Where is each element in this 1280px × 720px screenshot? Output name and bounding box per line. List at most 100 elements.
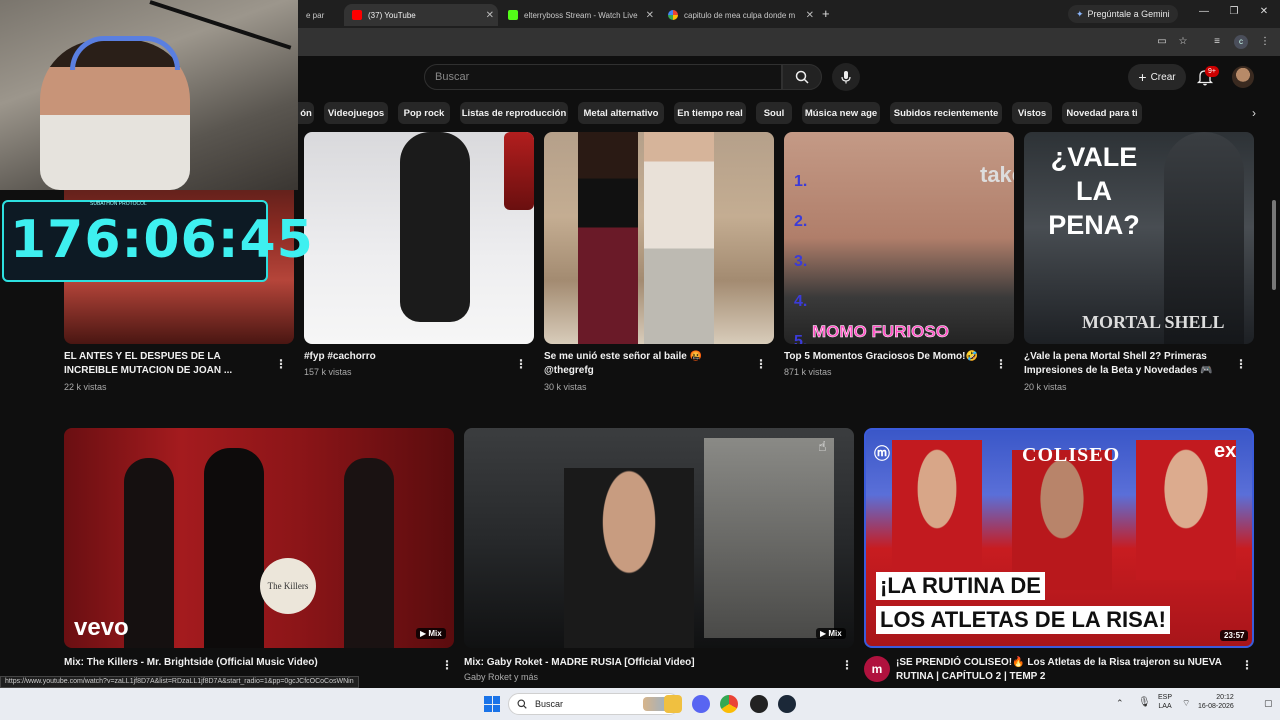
more-options-icon[interactable]: ⋮ [1241, 658, 1253, 672]
video-title[interactable]: Top 5 Momentos Graciosos De Momo!🤣 [784, 350, 988, 364]
more-options-icon[interactable]: ⋮ [515, 357, 527, 371]
notification-badge: 9+ [1205, 66, 1219, 77]
video-thumbnail[interactable]: 1. 2. 3. 4. 5. take MOMO FURIOSO [784, 132, 1014, 344]
woman-figure [578, 132, 638, 344]
tab-label: e par [306, 10, 325, 20]
file-explorer-icon[interactable] [664, 695, 682, 713]
bottle-shape [504, 132, 534, 210]
singer-figure [564, 468, 694, 648]
more-options-icon[interactable]: ⋮ [841, 658, 853, 672]
chip[interactable]: Listas de reproducción [460, 102, 568, 124]
tab-label: elterryboss Stream - Watch Live [524, 10, 638, 20]
browser-tab[interactable]: e par [298, 4, 342, 26]
search-icon [795, 70, 809, 84]
steam-icon[interactable] [778, 695, 796, 713]
video-title[interactable]: #fyp #cachorro [304, 350, 504, 364]
rank-number: 3. [794, 253, 808, 270]
chevron-up-icon[interactable]: ⌃ [1116, 698, 1124, 709]
taskbar-search[interactable]: Buscar [508, 693, 680, 715]
microphone-icon [841, 71, 851, 84]
cast-icon[interactable]: ▭ [1155, 35, 1169, 49]
close-window-icon[interactable]: ✕ [1254, 6, 1274, 22]
close-tab-icon[interactable]: ✕ [802, 10, 814, 21]
chrome-icon[interactable] [720, 695, 738, 713]
mix-badge: ▶︎ Mix [416, 628, 446, 639]
video-title[interactable]: ¡SE PRENDIÓ COLISEO!🔥 Los Atletas de la … [896, 656, 1232, 684]
timer-label: SUBATHON PROTOCOL [90, 201, 147, 207]
video-title[interactable]: Mix: The Killers - Mr. Brightside (Offic… [64, 656, 434, 670]
video-title[interactable]: Se me unió este señor al baile 🤬 @thegre… [544, 350, 748, 378]
more-options-icon[interactable]: ⋮ [1235, 357, 1247, 371]
band-member-figure [344, 458, 394, 648]
input-language[interactable]: ESP LAA [1158, 693, 1172, 711]
more-options-icon[interactable]: ⋮ [995, 357, 1007, 371]
discord-icon[interactable] [692, 695, 710, 713]
video-title[interactable]: ¿Vale la pena Mortal Shell 2? Primeras I… [1024, 350, 1234, 378]
browser-tab-youtube[interactable]: (37) YouTube ✕ [344, 4, 498, 26]
thumbnail-caption: ¿VALE LA PENA? [1048, 142, 1140, 240]
profile-icon[interactable]: c [1234, 35, 1248, 49]
video-thumbnail[interactable]: ▶︎ Mix [464, 428, 854, 648]
rank-number: 2. [794, 213, 808, 230]
browser-tab-kick[interactable]: elterryboss Stream - Watch Live ✕ [500, 4, 658, 26]
mix-label: Mix [828, 629, 842, 638]
hand-cursor-icon: ☝ [818, 438, 827, 454]
ranking-numbers: 1. 2. 3. 4. 5. [794, 162, 807, 344]
chip[interactable]: Metal alternativo [578, 102, 664, 124]
restore-icon[interactable]: ❐ [1224, 6, 1244, 22]
wifi-icon[interactable]: ⌔ [1182, 698, 1190, 709]
video-channel: Gaby Roket y más [464, 672, 539, 682]
media-controls-icon[interactable]: ≡ [1210, 35, 1224, 49]
gemini-button[interactable]: ✦ Pregúntale a Gemini [1068, 5, 1178, 23]
video-thumbnail[interactable] [304, 132, 534, 344]
google-favicon-icon [668, 10, 678, 20]
minimize-icon[interactable]: — [1194, 6, 1214, 22]
notification-center-icon[interactable]: ▢ [1264, 698, 1273, 709]
chip[interactable]: Videojuegos [324, 102, 388, 124]
voice-search-button[interactable] [832, 63, 860, 91]
chip[interactable]: Soul [756, 102, 792, 124]
scrollbar-thumb[interactable] [1272, 200, 1276, 290]
chip[interactable]: Novedad para ti [1062, 102, 1142, 124]
video-thumbnail[interactable]: COLISEO ex ⓜ ¡LA RUTINA DE LOS ATLETAS D… [864, 428, 1254, 648]
create-button[interactable]: + Crear [1128, 64, 1186, 90]
close-tab-icon[interactable]: ✕ [482, 10, 494, 21]
browser-tab-google[interactable]: capitulo de mea culpa donde m ✕ [660, 4, 818, 26]
video-thumbnail[interactable]: ¿VALE LA PENA? MORTAL SHELL [1024, 132, 1254, 344]
new-tab-button[interactable]: + [822, 6, 830, 21]
chip[interactable]: Vistos [1012, 102, 1052, 124]
search-icon [517, 699, 527, 709]
chip[interactable]: Subidos recientemente [890, 102, 1002, 124]
video-thumbnail[interactable] [544, 132, 774, 344]
close-tab-icon[interactable]: ✕ [642, 10, 654, 21]
band-member-figure [204, 448, 264, 648]
video-title[interactable]: Mix: Gaby Roket - MADRE RUSIA [Official … [464, 656, 834, 670]
webcam-overlay [0, 0, 298, 190]
account-avatar[interactable] [1232, 66, 1254, 88]
video-thumbnail[interactable]: The Killers vevo ▶︎ Mix [64, 428, 454, 648]
microphone-icon[interactable]: 🎙 [1138, 697, 1151, 708]
video-title[interactable]: EL ANTES Y EL DESPUES DE LA INCREIBLE MU… [64, 350, 268, 378]
chip[interactable]: Pop rock [398, 102, 450, 124]
obs-icon[interactable] [750, 695, 768, 713]
search-input[interactable]: Buscar [424, 64, 782, 90]
brand-text: take [980, 162, 1014, 187]
more-options-icon[interactable]: ⋮ [275, 357, 287, 371]
windows-start-icon[interactable] [484, 696, 500, 712]
more-options-icon[interactable]: ⋮ [441, 658, 453, 672]
mix-label: Mix [428, 629, 442, 638]
browser-menu-icon[interactable]: ⋮ [1258, 35, 1272, 49]
bookmark-star-icon[interactable]: ☆ [1176, 35, 1190, 49]
man-figure [644, 132, 714, 344]
chip[interactable]: Música new age [802, 102, 880, 124]
drum-logo: The Killers [260, 558, 316, 614]
create-label: Crear [1150, 71, 1176, 83]
chip[interactable]: ón [298, 102, 314, 124]
search-button[interactable] [782, 64, 822, 90]
taskbar-clock[interactable]: 20:12 16-08-2026 [1198, 693, 1234, 711]
channel-avatar[interactable]: m [864, 656, 890, 682]
more-options-icon[interactable]: ⋮ [755, 357, 767, 371]
chevron-right-icon[interactable]: › [1252, 106, 1256, 120]
chip[interactable]: En tiempo real [674, 102, 746, 124]
lang-line2: LAA [1158, 703, 1172, 710]
